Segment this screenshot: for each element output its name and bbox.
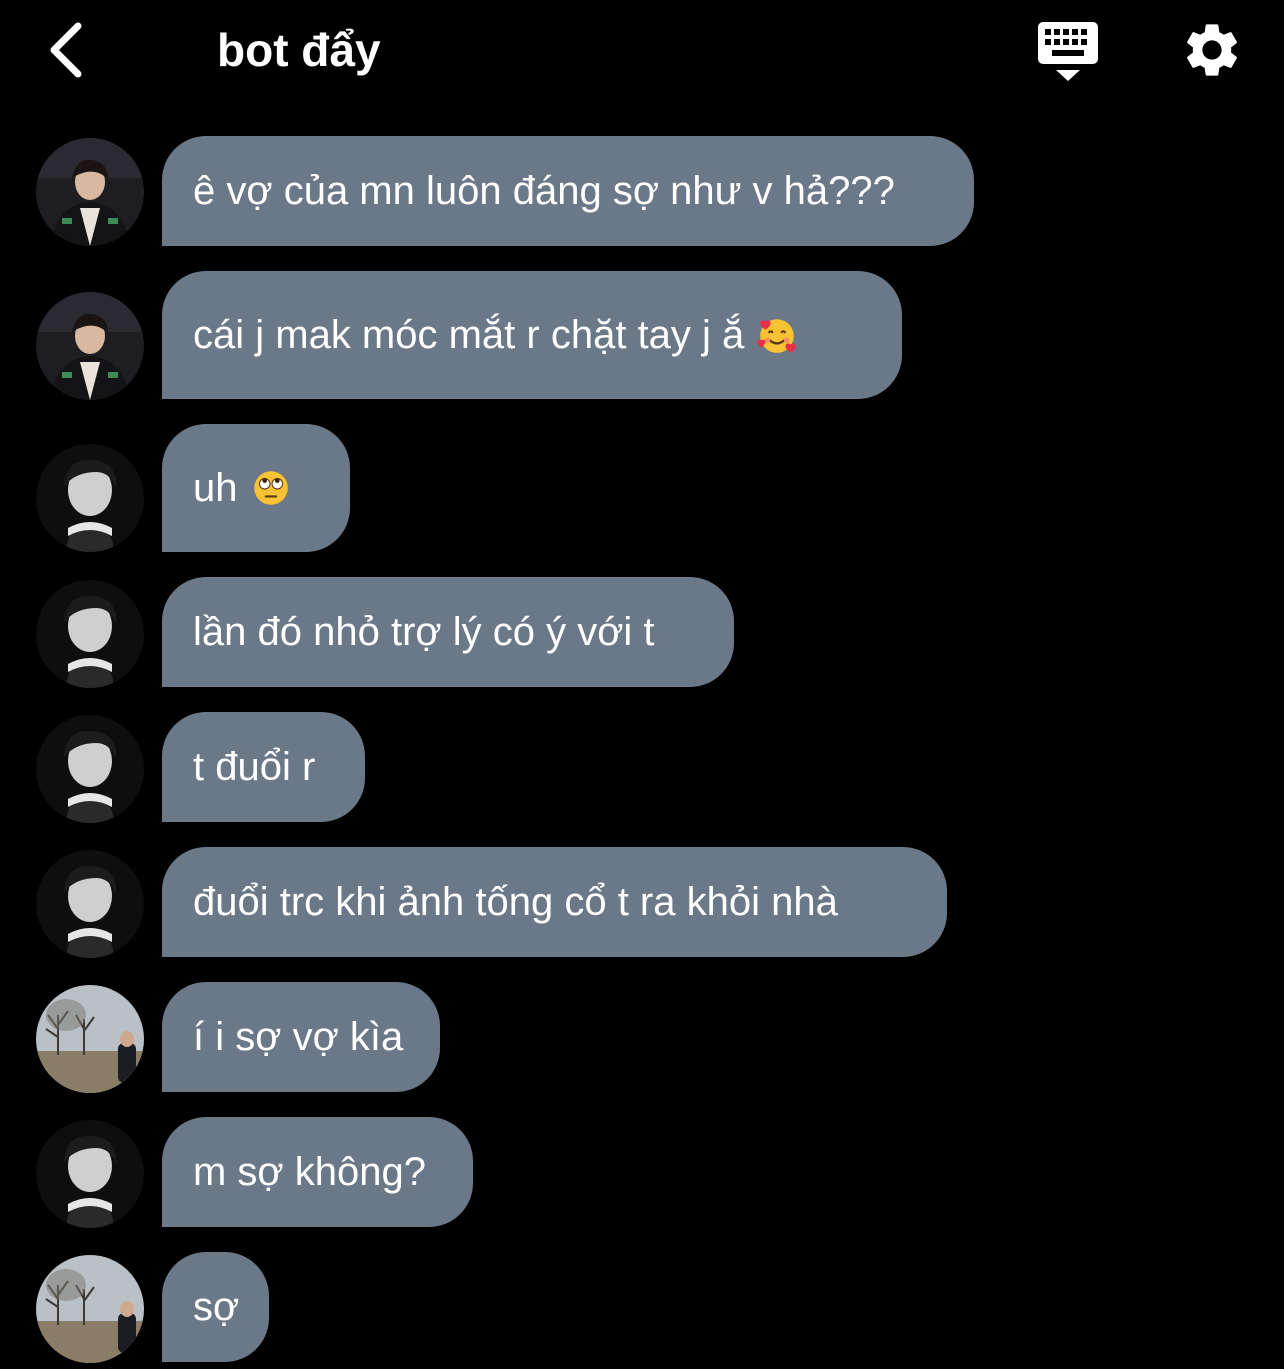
message-bubble[interactable]: t đuổi r — [162, 712, 365, 822]
face-with-rolling-eyes-icon — [253, 471, 288, 505]
back-button[interactable] — [40, 18, 100, 82]
message-bubble[interactable]: lần đó nhỏ trợ lý có ý với t — [162, 577, 734, 687]
chevron-left-icon — [50, 22, 82, 78]
smiling-face-with-hearts-icon — [757, 319, 797, 353]
chat-title: bot đẩy — [217, 24, 381, 76]
avatar-b[interactable] — [36, 444, 144, 552]
chat-screen: bot đẩy ê vợ của mn luôn đáng sợ như v h… — [0, 0, 1284, 1369]
gear-icon — [1187, 24, 1237, 76]
avatar-a[interactable] — [36, 138, 144, 246]
header-bar: bot đẩy — [0, 0, 1284, 110]
message-text: ê vợ của mn luôn đáng sợ như v hả??? — [193, 169, 895, 213]
avatar-b[interactable] — [36, 1120, 144, 1228]
keyboard-button[interactable] — [1036, 20, 1100, 84]
avatar-b[interactable] — [36, 715, 144, 823]
message-text: cái j mak móc mắt r chặt tay j ắ — [193, 313, 745, 357]
message-bubble[interactable]: ê vợ của mn luôn đáng sợ như v hả??? — [162, 136, 974, 246]
avatar-b[interactable] — [36, 580, 144, 688]
message-bubble[interactable]: sợ — [162, 1252, 269, 1362]
message-bubble[interactable]: cái j mak móc mắt r chặt tay j ắ — [162, 271, 902, 399]
message-text: í i sợ vợ kìa — [193, 1015, 404, 1059]
avatar-c[interactable] — [36, 985, 144, 1093]
message-bubble[interactable]: m sợ không? — [162, 1117, 473, 1227]
settings-button[interactable] — [1180, 18, 1244, 82]
message-text: uh — [193, 466, 238, 510]
message-text: m sợ không? — [193, 1150, 427, 1194]
keyboard-icon — [1038, 22, 1098, 81]
message-bubble[interactable]: í i sợ vợ kìa — [162, 982, 440, 1092]
message-text: sợ — [193, 1285, 240, 1329]
message-text: t đuổi r — [193, 745, 316, 789]
message-text: đuổi trc khi ảnh tống cổ t ra khỏi nhà — [193, 880, 838, 924]
avatar-b[interactable] — [36, 850, 144, 958]
message-text: lần đó nhỏ trợ lý có ý với t — [193, 610, 655, 654]
message-bubble[interactable]: đuổi trc khi ảnh tống cổ t ra khỏi nhà — [162, 847, 947, 957]
avatar-a[interactable] — [36, 292, 144, 400]
avatar-c[interactable] — [36, 1255, 144, 1363]
message-bubble[interactable]: uh — [162, 424, 350, 552]
